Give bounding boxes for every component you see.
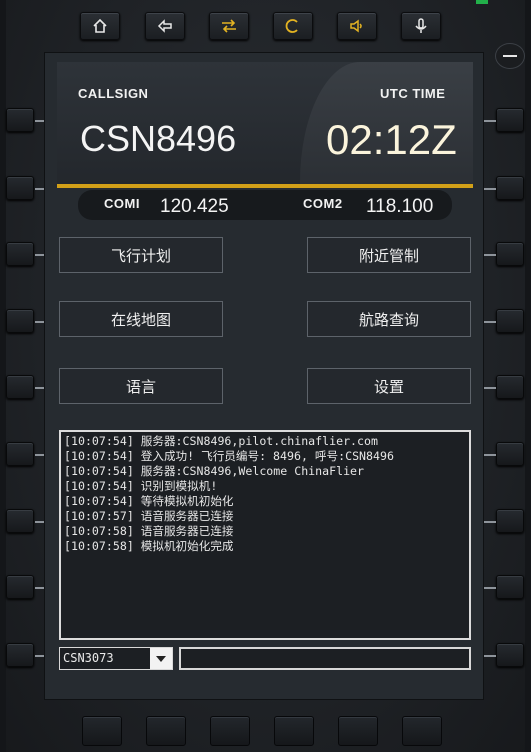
back-key[interactable] [145,12,185,40]
log-line: [10:07:58] 语音服务器已连接 [64,524,234,538]
lsk-right-1[interactable] [496,108,524,132]
bottom-key-2[interactable] [146,716,186,746]
speaker-icon [350,19,362,33]
minimize-button[interactable] [495,43,525,69]
bottom-key-5[interactable] [338,716,378,746]
chevron-down-icon[interactable] [150,648,172,669]
lsk-right-2[interactable] [496,176,524,200]
bottom-key-1[interactable] [82,716,122,746]
online-map-button[interactable]: 在线地图 [59,301,223,337]
lsk-left-4[interactable] [6,309,34,333]
bottom-key-3[interactable] [210,716,250,746]
utc-time-label: UTC TIME [380,86,446,101]
home-icon [93,18,107,33]
swap-key[interactable] [209,12,249,40]
nearby-atc-button[interactable]: 附近管制 [307,237,471,273]
log-line: [10:07:54] 服务器:CSN8496,Welcome ChinaFlie… [64,464,365,478]
lsk-right-4[interactable] [496,309,524,333]
settings-button[interactable]: 设置 [307,368,471,404]
lsk-right-8[interactable] [496,575,524,599]
bottom-key-6[interactable] [402,716,442,746]
route-query-button[interactable]: 航路查询 [307,301,471,337]
flight-plan-button[interactable]: 飞行计划 [59,237,223,273]
log-line: [10:07:54] 识别到模拟机! [64,479,218,493]
c-key[interactable] [273,12,313,40]
lsk-right-9[interactable] [496,643,524,667]
bezel-right-edge [525,0,531,752]
message-input[interactable] [179,647,471,670]
com2-label: COM2 [303,196,343,211]
callsign-select[interactable]: CSN3073 [59,647,173,670]
message-log[interactable]: [10:07:54] 服务器:CSN8496,pilot.chinaflier.… [59,430,471,640]
back-arrow-icon [157,19,172,33]
lsk-left-3[interactable] [6,242,34,266]
com1-label: COMI [104,196,140,211]
mic-key[interactable] [401,12,441,40]
callsign-value: CSN8496 [80,118,237,159]
lsk-left-8[interactable] [6,575,34,599]
callsign-label: CALLSIGN [78,86,149,101]
lsk-left-5[interactable] [6,375,34,399]
bottom-key-4[interactable] [274,716,314,746]
home-key[interactable] [80,12,120,40]
log-line: [10:07:54] 等待模拟机初始化 [64,494,234,508]
language-button[interactable]: 语言 [59,368,223,404]
status-indicator [476,0,488,4]
log-line: [10:07:57] 语音服务器已连接 [64,509,234,523]
log-line: [10:07:58] 模拟机初始化完成 [64,539,234,553]
log-line: [10:07:54] 登入成功! 飞行员编号: 8496, 呼号:CSN8496 [64,449,394,463]
callsign-select-value: CSN3073 [63,651,114,665]
header-divider [57,184,473,188]
utc-time-value: 02:12Z [326,116,457,163]
lsk-left-7[interactable] [6,509,34,533]
lsk-left-1[interactable] [6,108,34,132]
log-line: [10:07:54] 服务器:CSN8496,pilot.chinaflier.… [64,434,378,448]
c-icon [285,19,298,33]
speaker-key[interactable] [337,12,377,40]
lsk-right-7[interactable] [496,509,524,533]
lsk-right-5[interactable] [496,375,524,399]
com1-frequency[interactable]: 120.425 [160,196,229,218]
microphone-icon [415,18,427,33]
lsk-left-2[interactable] [6,176,34,200]
lsk-left-9[interactable] [6,643,34,667]
lsk-left-6[interactable] [6,442,34,466]
lsk-right-3[interactable] [496,242,524,266]
lsk-right-6[interactable] [496,442,524,466]
swap-arrows-icon [222,19,236,33]
com2-frequency[interactable]: 118.100 [366,196,433,218]
